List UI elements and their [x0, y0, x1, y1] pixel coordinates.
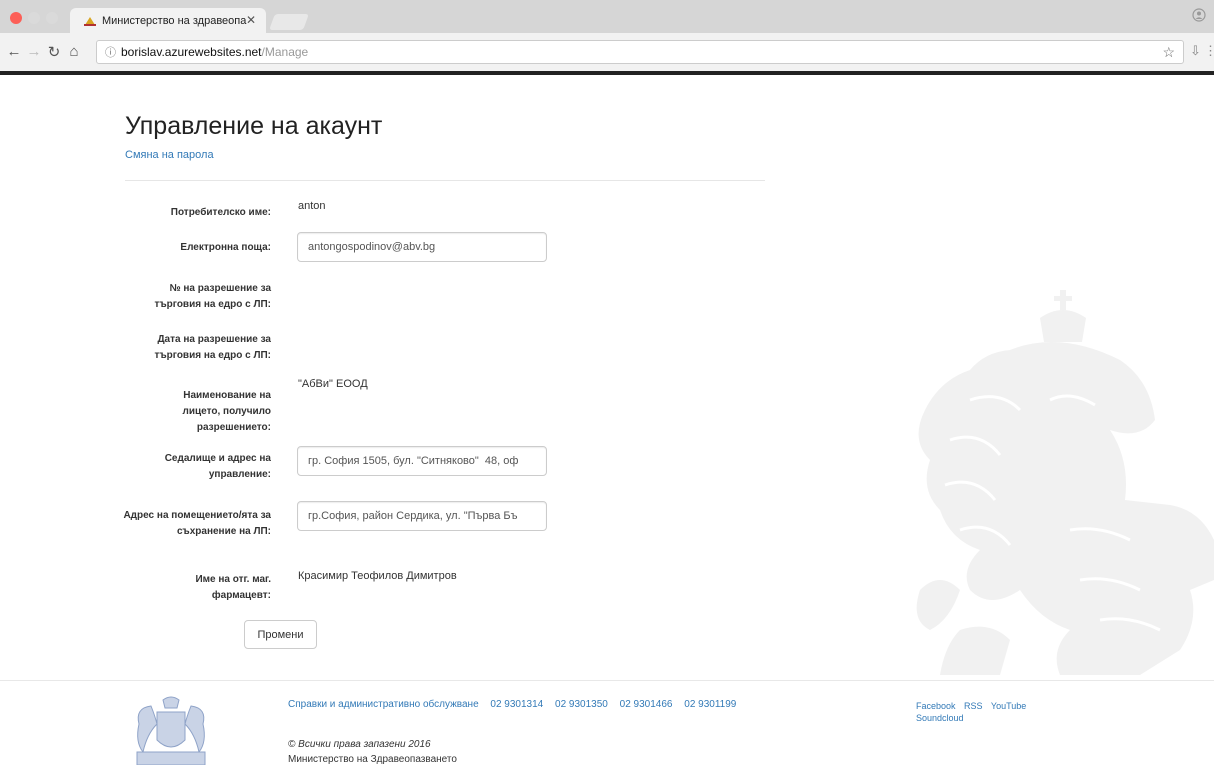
site-navbar-strip	[0, 71, 1214, 75]
pharmacist-label: Име на отг. маг. фармацевт:	[195, 574, 271, 601]
social-links: Facebook RSS YouTube Soundcloud	[916, 700, 1066, 724]
browser-tab-bar: Министерство на здравеопа ✕	[0, 0, 1214, 33]
forward-icon[interactable]: →	[26, 43, 42, 60]
pharmacist-value: Красимир Теофилов Димитров	[298, 570, 457, 582]
address-bar[interactable]: ⓘ borislav.azurewebsites.net/Manage ☆	[96, 40, 1184, 64]
rss-link[interactable]: RSS	[964, 701, 983, 711]
footer-divider	[0, 680, 1214, 681]
permit-date-label: Дата на разрешение за търговия на едро с…	[154, 334, 271, 361]
info-icon[interactable]: ⓘ	[105, 44, 116, 60]
permit-number-label: № на разрешение за търговия на едро с ЛП…	[154, 283, 271, 310]
coat-of-arms-icon	[136, 696, 206, 765]
footer-link-phone-4[interactable]: 02 9301199	[684, 699, 736, 710]
username-value: anton	[298, 200, 326, 212]
facebook-link[interactable]: Facebook	[916, 701, 956, 711]
close-window-icon[interactable]	[10, 12, 22, 24]
footer-link-phone-3[interactable]: 02 9301466	[620, 699, 673, 710]
entity-name-label: Наименование на лицето, получило разреше…	[182, 390, 271, 433]
username-label: Потребителско име:	[170, 207, 271, 218]
extension-icon[interactable]: ⇩	[1190, 43, 1201, 59]
browser-toolbar: ← → ↻ ⌂ ⓘ borislav.azurewebsites.net/Man…	[0, 33, 1214, 72]
footer-link-phone-2[interactable]: 02 9301350	[555, 699, 608, 710]
ministry-name: Министерство на Здравеопазването	[288, 754, 457, 765]
menu-dots-icon[interactable]: ⋮	[1204, 43, 1214, 59]
bookmark-star-icon[interactable]: ☆	[1162, 44, 1175, 61]
seat-address-label: Седалище и адрес на управление:	[164, 453, 271, 480]
maximize-window-icon[interactable]	[46, 12, 58, 24]
url-host: borislav.azurewebsites.net	[121, 45, 262, 59]
submit-button[interactable]: Промени	[244, 620, 317, 649]
email-label: Електронна поща:	[180, 242, 271, 253]
soundcloud-link[interactable]: Soundcloud	[916, 713, 964, 723]
reload-icon[interactable]: ↻	[46, 43, 62, 61]
email-field[interactable]	[297, 232, 547, 262]
tab-title: Министерство на здравеопа	[102, 14, 247, 27]
copyright-text: © Всички права запазени 2016	[288, 739, 431, 750]
new-tab-button[interactable]	[269, 14, 309, 30]
footer-link-services[interactable]: Справки и административно обслужване	[288, 699, 479, 710]
home-icon[interactable]: ⌂	[66, 43, 82, 60]
storage-address-field[interactable]	[297, 501, 547, 531]
seat-address-field[interactable]	[297, 446, 547, 476]
footer-info-links: Справки и административно обслужване 02 …	[288, 699, 745, 710]
browser-tab[interactable]: Министерство на здравеопа ✕	[70, 8, 266, 33]
site-favicon-icon	[84, 16, 96, 26]
back-icon[interactable]: ←	[6, 43, 22, 60]
url-path: /Manage	[261, 45, 309, 59]
footer-link-phone-1[interactable]: 02 9301314	[490, 699, 543, 710]
page-title: Управление на акаунт	[125, 112, 383, 140]
youtube-link[interactable]: YouTube	[991, 701, 1026, 711]
profile-icon[interactable]	[1192, 8, 1206, 22]
minimize-window-icon[interactable]	[28, 12, 40, 24]
lion-watermark-icon	[916, 290, 1214, 675]
entity-name-value: "АбВи" ЕООД	[298, 378, 368, 390]
storage-address-label: Адрес на помещението/ята за съхранение н…	[123, 510, 271, 537]
change-password-link[interactable]: Смяна на парола	[125, 149, 214, 161]
divider	[125, 180, 765, 181]
close-tab-icon[interactable]: ✕	[246, 13, 256, 27]
